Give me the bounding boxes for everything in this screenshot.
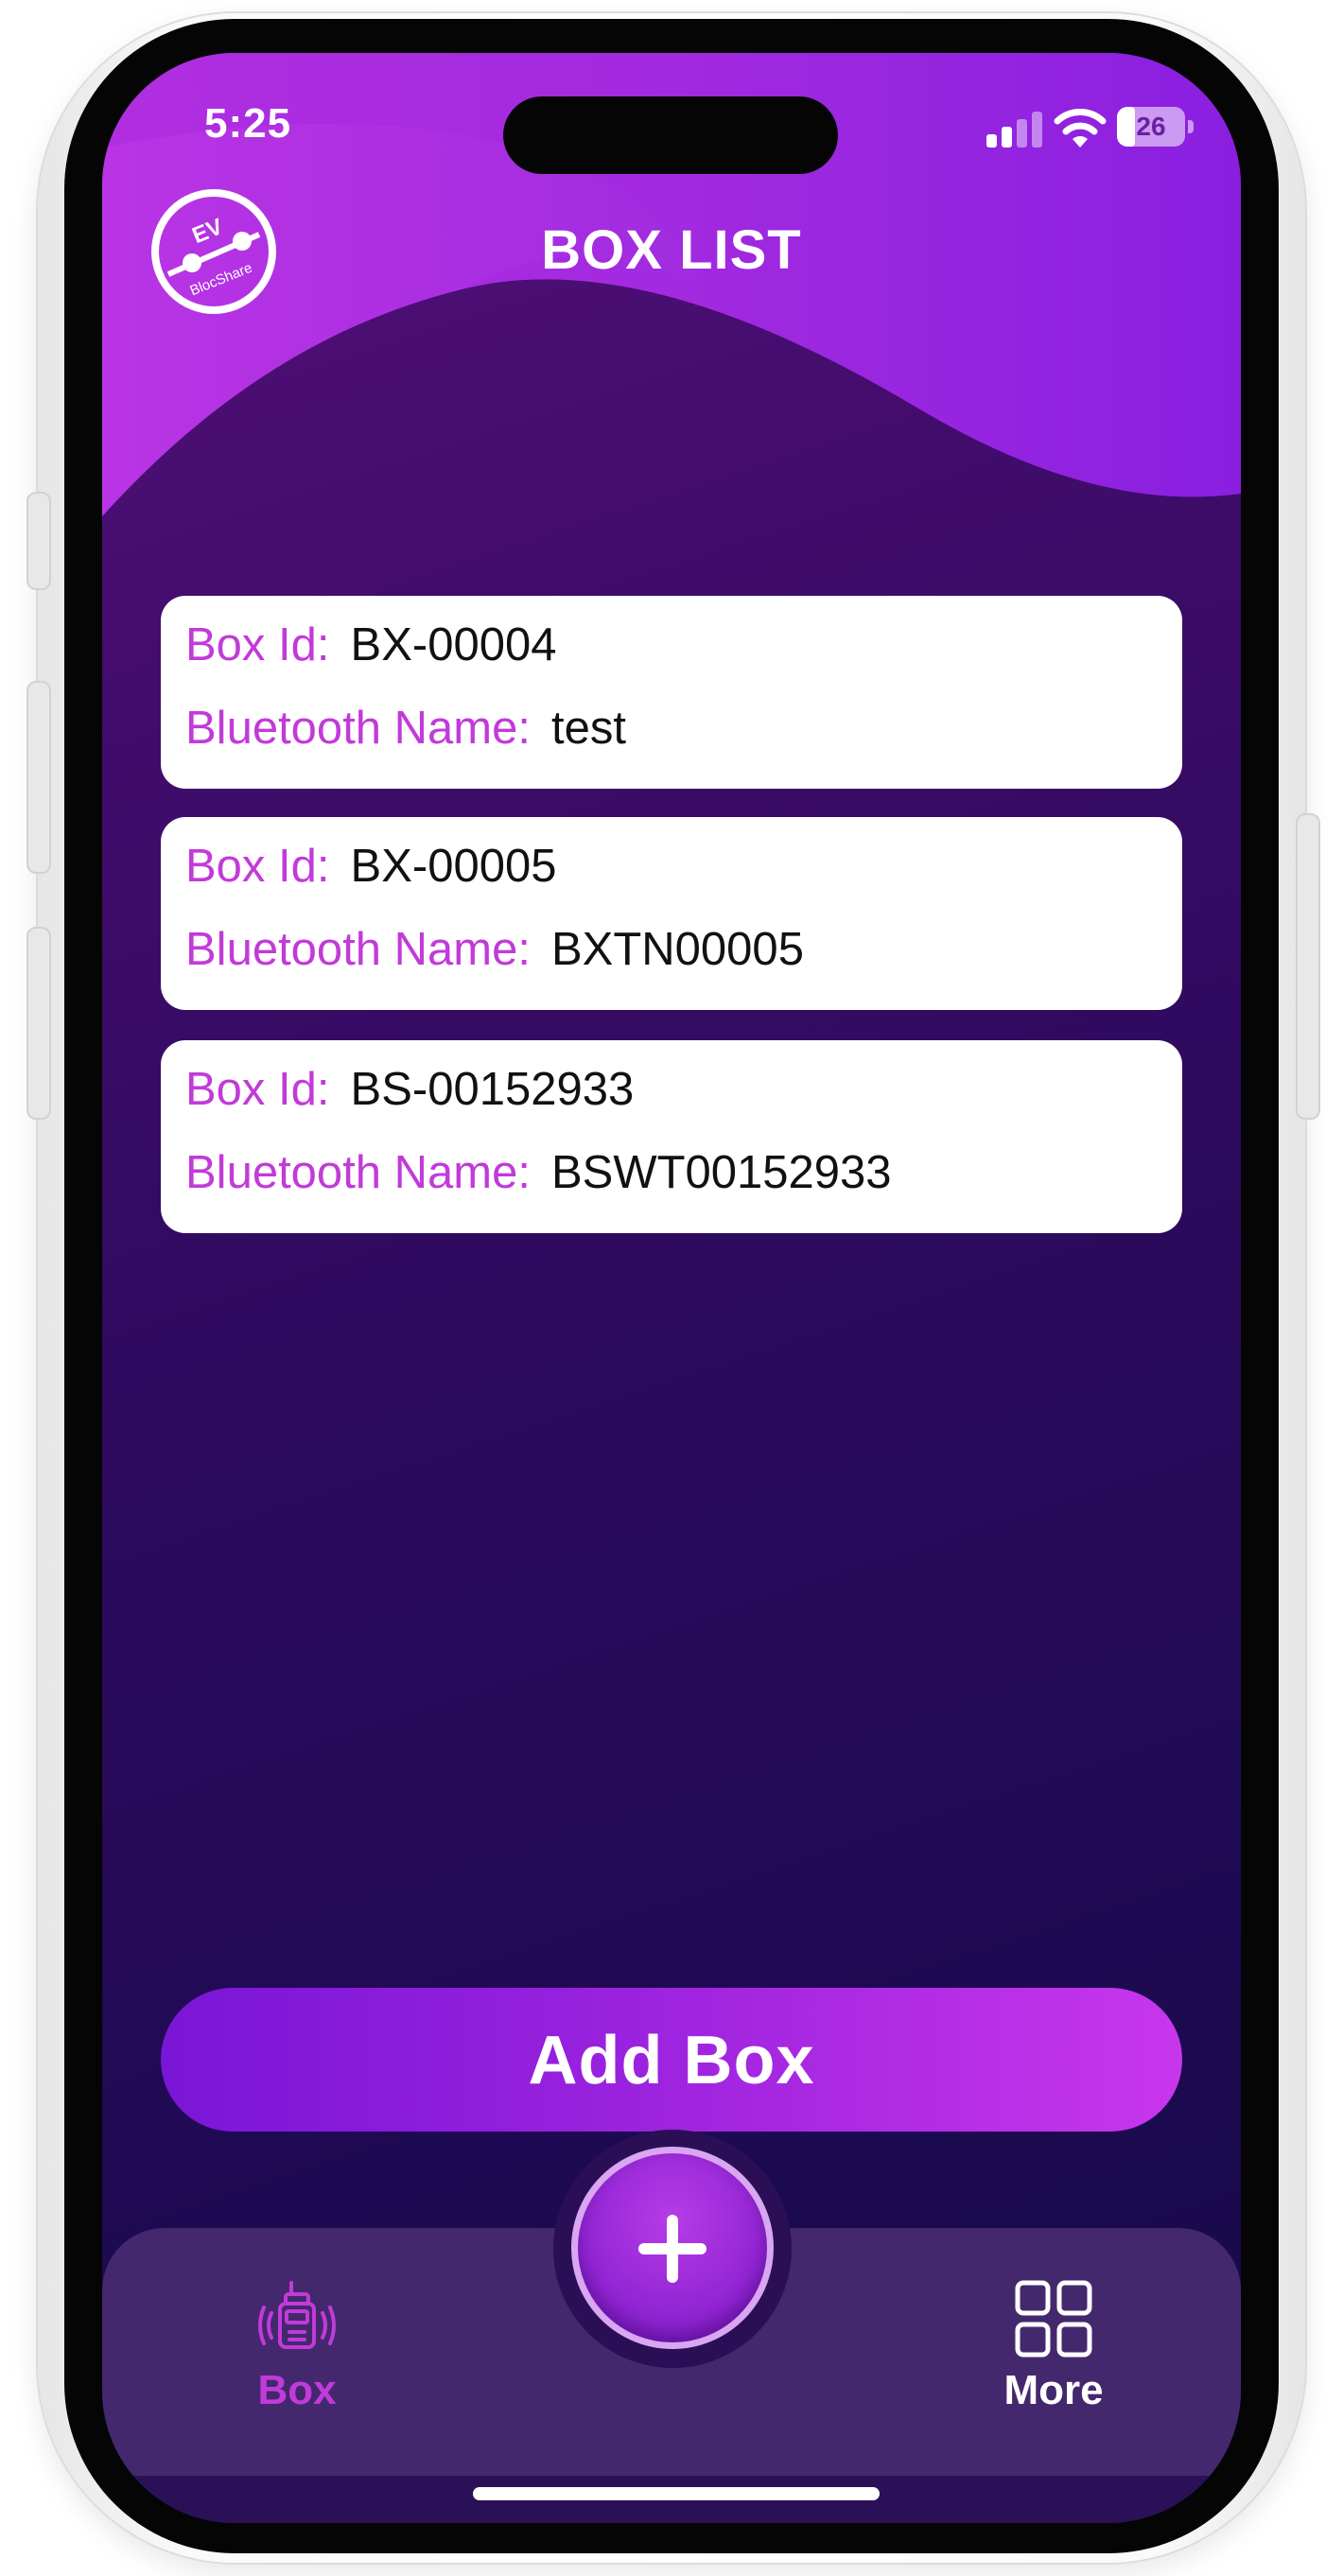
battery-icon: 26	[1117, 107, 1185, 147]
bluetooth-name-label: Bluetooth Name:	[185, 703, 531, 754]
bluetooth-name-label: Bluetooth Name:	[185, 924, 531, 975]
bluetooth-name-value: test	[551, 703, 626, 754]
box-id-label: Box Id:	[185, 619, 330, 670]
status-time: 5:25	[204, 100, 292, 147]
robot-icon	[258, 2281, 336, 2349]
box-id-row: Box Id: BS-00152933	[185, 1063, 634, 1116]
volume-up-button	[26, 681, 51, 874]
box-id-value: BX-00004	[350, 619, 557, 670]
wifi-icon	[1054, 109, 1107, 148]
box-id-row: Box Id: BX-00005	[185, 840, 556, 893]
volume-down-button	[26, 927, 51, 1120]
nav-item-box-label: Box	[257, 2367, 337, 2413]
bluetooth-name-row: Bluetooth Name: BXTN00005	[185, 923, 804, 976]
battery-tip	[1188, 120, 1194, 133]
box-card[interactable]: Box Id: BX-00005 Bluetooth Name: BXTN00005	[161, 817, 1182, 1010]
cellular-signal-icon	[986, 108, 1043, 148]
bluetooth-name-value: BXTN00005	[551, 924, 804, 975]
page-title: BOX LIST	[541, 219, 802, 281]
add-box-button[interactable]: Add Box	[161, 1988, 1182, 2132]
bluetooth-name-value: BSWT00152933	[551, 1147, 892, 1198]
box-card[interactable]: Box Id: BS-00152933 Bluetooth Name: BSWT00…	[161, 1040, 1182, 1233]
grid-icon	[1015, 2280, 1092, 2358]
bluetooth-name-row: Bluetooth Name: BSWT00152933	[185, 1146, 892, 1199]
dynamic-island	[503, 96, 838, 174]
box-id-row: Box Id: BX-00004	[185, 618, 556, 671]
box-id-label: Box Id:	[185, 841, 330, 892]
nav-item-more[interactable]: More	[987, 2279, 1120, 2414]
bluetooth-name-label: Bluetooth Name:	[185, 1147, 531, 1198]
battery-level-fill	[1117, 107, 1135, 147]
box-id-value: BS-00152933	[350, 1064, 635, 1115]
add-fab-button[interactable]	[571, 2147, 774, 2349]
battery-level-text: 26	[1136, 112, 1166, 141]
box-id-value: BX-00005	[350, 841, 557, 892]
home-indicator[interactable]	[473, 2487, 880, 2500]
nav-item-more-label: More	[1003, 2367, 1104, 2413]
app-screen: 5:25 26 EV BlocShare BOX LIST Box Id: BX-…	[102, 53, 1241, 2523]
box-card[interactable]: Box Id: BX-00004 Bluetooth Name: test	[161, 596, 1182, 789]
box-id-label: Box Id:	[185, 1064, 330, 1115]
nav-item-box[interactable]: Box	[240, 2279, 354, 2414]
bluetooth-name-row: Bluetooth Name: test	[185, 702, 626, 755]
power-button	[1296, 813, 1320, 1120]
action-button	[26, 492, 51, 590]
